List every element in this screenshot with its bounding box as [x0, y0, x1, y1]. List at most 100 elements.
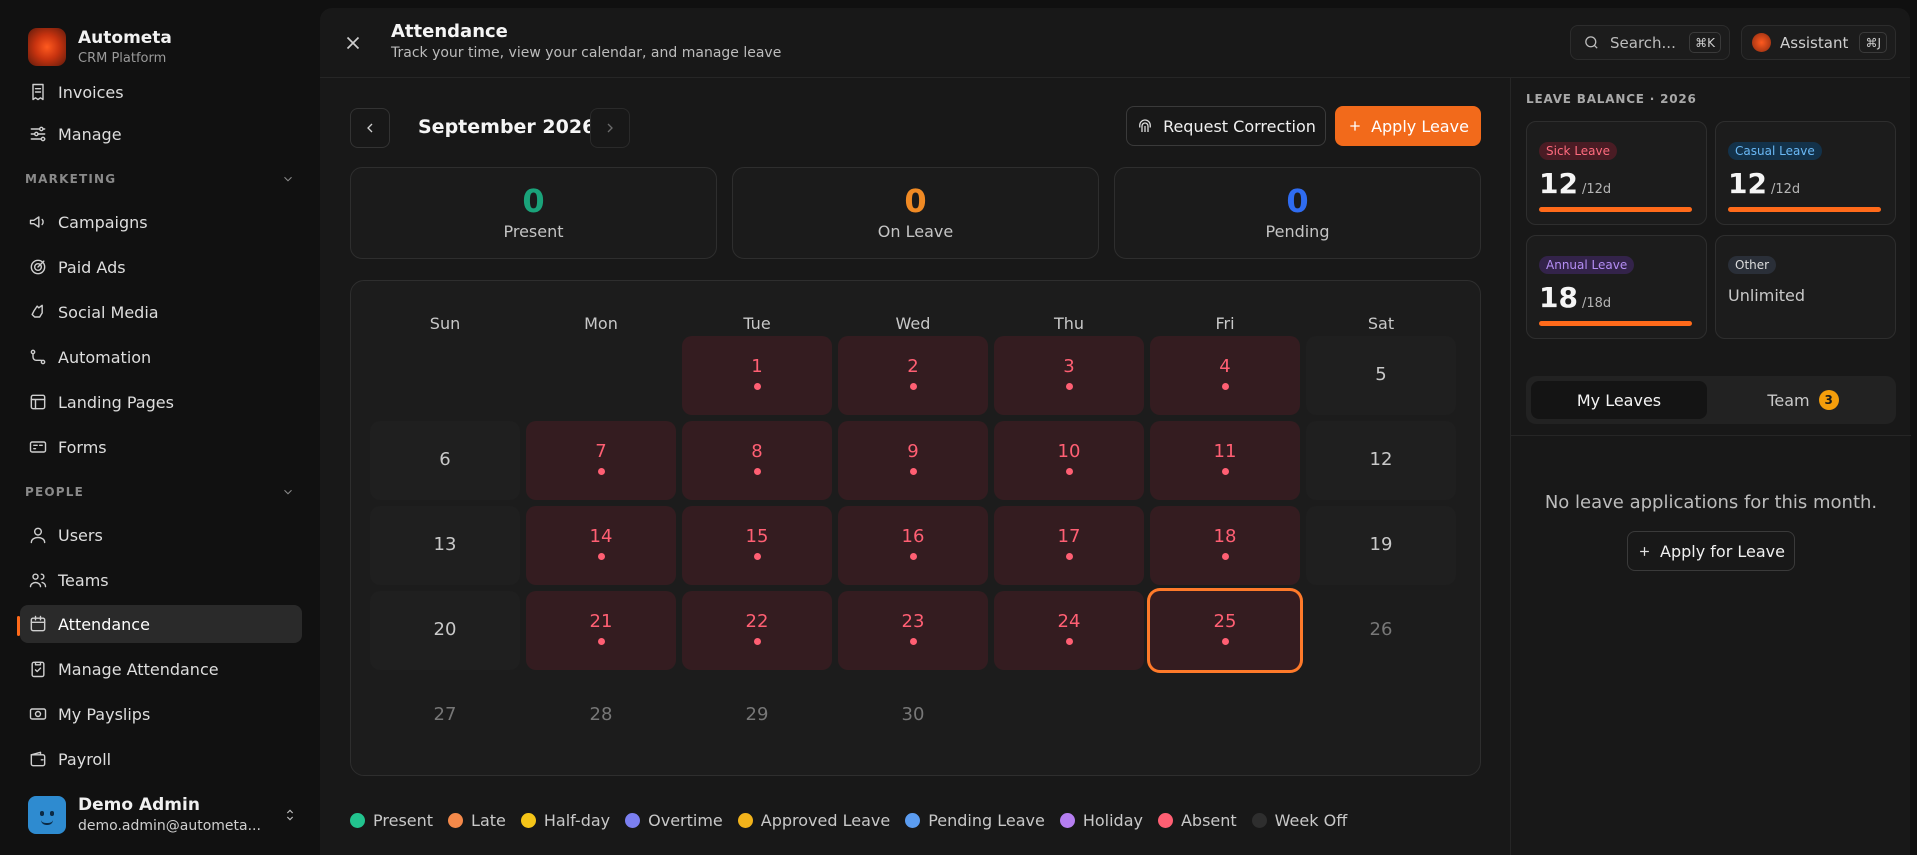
day-number: 28: [589, 704, 613, 725]
section-marketing[interactable]: MARKETING: [25, 169, 295, 189]
status-dot: [909, 468, 917, 475]
section-people[interactable]: PEOPLE: [25, 482, 295, 502]
prev-month-button[interactable]: [350, 108, 390, 148]
sidebar-item-paid-ads[interactable]: Paid Ads: [20, 248, 302, 286]
sidebar-item-social-media[interactable]: Social Media: [20, 293, 302, 331]
day-number: 29: [745, 704, 769, 725]
section-label: MARKETING: [25, 172, 117, 186]
calendar-day[interactable]: 6: [370, 421, 520, 500]
search-input[interactable]: Search... ⌘K: [1570, 25, 1730, 60]
sidebar-item-invoices[interactable]: Invoices: [20, 72, 302, 108]
sidebar-item-forms[interactable]: Forms: [20, 428, 302, 466]
request-correction-button[interactable]: Request Correction: [1126, 106, 1326, 146]
calendar-day[interactable]: 21: [526, 591, 676, 670]
tab-team[interactable]: Team 3: [1715, 381, 1891, 419]
calendar-day[interactable]: 11: [1150, 421, 1300, 500]
status-dot: [753, 468, 761, 475]
tab-label: Team: [1767, 390, 1810, 410]
calendar-day[interactable]: 30: [838, 676, 988, 755]
close-button[interactable]: [342, 32, 364, 54]
sidebar-item-attendance[interactable]: Attendance: [20, 605, 302, 643]
leave-progress-bar: [1539, 321, 1692, 326]
calendar-day[interactable]: 13: [370, 506, 520, 585]
user-menu[interactable]: Demo Admin demo.admin@autometa...: [28, 795, 298, 834]
calendar-day[interactable]: 22: [682, 591, 832, 670]
sidebar-item-landing-pages[interactable]: Landing Pages: [20, 383, 302, 421]
calendar-day[interactable]: 19: [1306, 506, 1456, 585]
sidebar-item-label: Attendance: [58, 614, 150, 634]
calendar-day[interactable]: 10: [994, 421, 1144, 500]
calendar-day[interactable]: 1: [682, 336, 832, 415]
status-dot: [909, 638, 917, 645]
calendar-day[interactable]: 12: [1306, 421, 1456, 500]
calendar-day[interactable]: 2: [838, 336, 988, 415]
form-icon: [29, 441, 47, 453]
sidebar-item-campaigns[interactable]: Campaigns: [20, 203, 302, 241]
tab-my-leaves[interactable]: My Leaves: [1531, 381, 1707, 419]
calendar-day[interactable]: 26: [1306, 591, 1456, 670]
sidebar-item-teams[interactable]: Teams: [20, 561, 302, 599]
status-dot: [753, 553, 761, 560]
assistant-shortcut: ⌘J: [1859, 32, 1887, 53]
legend-item: Holiday: [1059, 811, 1143, 830]
month-label: September 2026: [418, 116, 596, 138]
calendar-day[interactable]: 4: [1150, 336, 1300, 415]
legend-swatch: [520, 813, 536, 828]
attendance-panel: Attendance Track your time, view your ca…: [320, 8, 1911, 855]
leave-balance-title: LEAVE BALANCE · 2026: [1526, 92, 1697, 106]
calendar-day[interactable]: 17: [994, 506, 1144, 585]
legend-item: Half-day: [520, 811, 610, 830]
sidebar-item-users[interactable]: Users: [20, 516, 302, 554]
calendar-icon: [30, 615, 46, 632]
legend-swatch: [737, 813, 753, 828]
status-dot: [909, 553, 917, 560]
day-number: 23: [901, 611, 925, 632]
calendar-day[interactable]: 28: [526, 676, 676, 755]
calendar-day[interactable]: 20: [370, 591, 520, 670]
leave-note: Unlimited: [1728, 286, 1806, 305]
close-icon: [346, 36, 360, 50]
calendar-day[interactable]: 9: [838, 421, 988, 500]
leave-remaining: 12: [1539, 167, 1578, 200]
apply-leave-button[interactable]: Apply Leave: [1335, 106, 1481, 146]
day-number: 17: [1057, 526, 1081, 547]
legend-swatch: [1251, 813, 1267, 828]
calendar-day[interactable]: 3: [994, 336, 1144, 415]
calendar-day[interactable]: 15: [682, 506, 832, 585]
status-dot: [753, 638, 761, 645]
leave-card-annual: Annual Leave 18/18d: [1526, 235, 1707, 339]
leave-badge: Annual Leave: [1539, 256, 1635, 274]
sidebar-item-payroll[interactable]: Payroll: [20, 740, 302, 778]
calendar-day[interactable]: 27: [370, 676, 520, 755]
stat-label: On Leave: [877, 222, 954, 241]
legend-swatch: [448, 813, 464, 828]
sidebar-item-manage-attendance[interactable]: Manage Attendance: [20, 650, 302, 688]
calendar-day[interactable]: 25: [1150, 591, 1300, 670]
day-number: 24: [1057, 611, 1081, 632]
sidebar-item-manage[interactable]: Manage: [20, 115, 302, 153]
calendar-day[interactable]: 23: [838, 591, 988, 670]
day-number: 20: [433, 619, 457, 640]
apply-for-leave-button[interactable]: Apply for Leave: [1627, 531, 1795, 571]
calendar-day[interactable]: 7: [526, 421, 676, 500]
calendar-day[interactable]: 16: [838, 506, 988, 585]
assistant-label: Assistant: [1780, 33, 1849, 52]
search-icon: [1585, 36, 1598, 49]
status-dot: [909, 383, 917, 390]
assistant-button[interactable]: Assistant ⌘J: [1741, 25, 1896, 60]
calendar-day[interactable]: 29: [682, 676, 832, 755]
weekday-header: Mon: [584, 314, 618, 333]
calendar-day[interactable]: 18: [1150, 506, 1300, 585]
plus-icon: [1640, 546, 1649, 556]
calendar-day[interactable]: 14: [526, 506, 676, 585]
sidebar-item-my-payslips[interactable]: My Payslips: [20, 695, 302, 733]
calendar-day[interactable]: 5: [1306, 336, 1456, 415]
chevron-down-icon: [284, 176, 292, 182]
calendar-day[interactable]: 8: [682, 421, 832, 500]
sidebar-item-label: Payroll: [58, 749, 112, 769]
sidebar-item-automation[interactable]: Automation: [20, 338, 302, 376]
brand[interactable]: Autometa CRM Platform: [28, 28, 172, 66]
leave-badge: Sick Leave: [1539, 142, 1618, 160]
next-month-button[interactable]: [590, 108, 630, 148]
calendar-day[interactable]: 24: [994, 591, 1144, 670]
